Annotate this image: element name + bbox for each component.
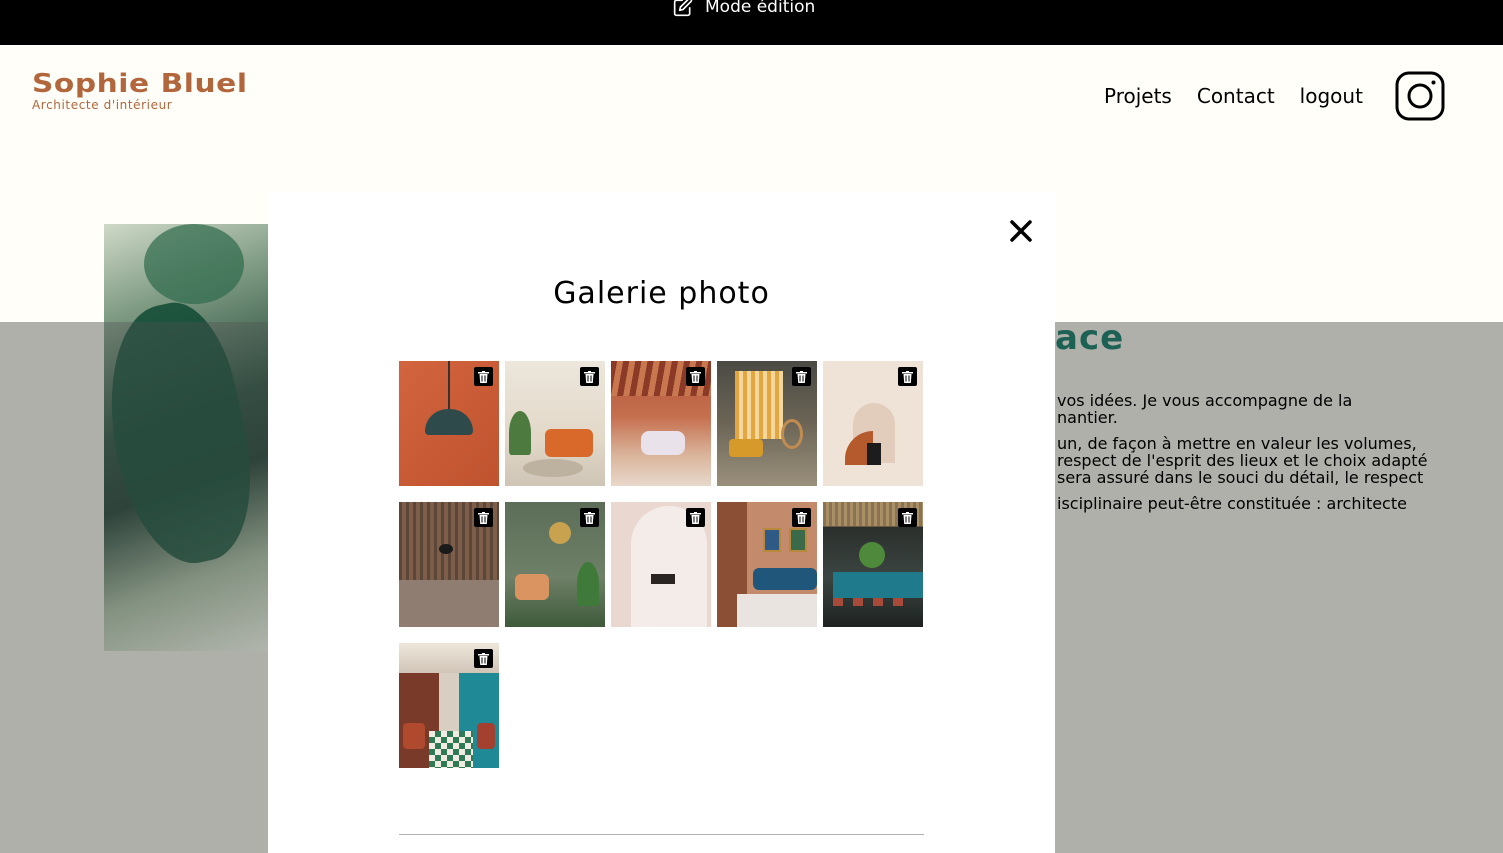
gallery-thumbnail-bar [823, 502, 923, 627]
edit-mode-bar: Mode édition [0, 0, 1503, 45]
trash-icon [478, 370, 489, 383]
gallery-thumbnail-white-arch [611, 502, 711, 627]
site-logo[interactable]: Sophie Bluel Architecte d'intérieur [32, 68, 247, 112]
delete-button[interactable] [686, 367, 705, 386]
delete-button[interactable] [580, 508, 599, 527]
logo-subtitle: Architecte d'intérieur [32, 98, 173, 112]
edit-mode-link[interactable]: Mode édition [673, 0, 815, 17]
delete-button[interactable] [898, 508, 917, 527]
hero-image [104, 224, 268, 651]
delete-button[interactable] [580, 367, 599, 386]
intro-paragraph: un, de façon à mettre en valeur les volu… [1057, 434, 1428, 487]
intro-title: ace [1055, 318, 1125, 358]
trash-icon [584, 370, 595, 383]
delete-button[interactable] [898, 367, 917, 386]
gallery-thumbnail-living-room [505, 361, 605, 486]
gallery-thumbnail-dining-hall [399, 643, 499, 768]
trash-icon [690, 370, 701, 383]
modal-divider [399, 834, 924, 835]
trash-icon [478, 652, 489, 665]
trash-icon [902, 370, 913, 383]
delete-button[interactable] [474, 367, 493, 386]
trash-icon [584, 511, 595, 524]
gallery-thumbnail-blue-sofa [717, 502, 817, 627]
trash-icon [690, 511, 701, 524]
modal-title: Galerie photo [553, 276, 770, 311]
delete-button[interactable] [686, 508, 705, 527]
delete-button[interactable] [792, 367, 811, 386]
nav-contact[interactable]: Contact [1197, 84, 1275, 108]
delete-button[interactable] [792, 508, 811, 527]
edit-mode-label: Mode édition [705, 0, 816, 17]
intro-paragraph: isciplinaire peut-être constituée : arch… [1057, 494, 1407, 513]
edit-icon [673, 0, 693, 17]
gallery-modal: Galerie photo [268, 192, 1055, 853]
intro-text: vos idées. Je vous accompagne de la nant… [1057, 392, 1487, 521]
delete-button[interactable] [474, 649, 493, 668]
trash-icon [902, 511, 913, 524]
logo-name: Sophie Bluel [32, 69, 248, 99]
gallery-thumbnail-kitchen [399, 502, 499, 627]
gallery-thumbnail-reception [717, 361, 817, 486]
close-icon[interactable] [1008, 218, 1034, 244]
trash-icon [478, 511, 489, 524]
gallery-thumbnail-lamp [399, 361, 499, 486]
trash-icon [796, 370, 807, 383]
gallery-grid [399, 361, 929, 768]
intro-paragraph: vos idées. Je vous accompagne de la nant… [1057, 391, 1353, 427]
nav-logout[interactable]: logout [1300, 84, 1363, 108]
instagram-icon[interactable] [1395, 71, 1445, 121]
nav-projets[interactable]: Projets [1104, 84, 1172, 108]
gallery-thumbnail-restaurant [611, 361, 711, 486]
trash-icon [796, 511, 807, 524]
gallery-thumbnail-green-room [505, 502, 605, 627]
delete-button[interactable] [474, 508, 493, 527]
gallery-thumbnail-arches [823, 361, 923, 486]
main-nav: Projets Contact logout [1104, 84, 1363, 108]
